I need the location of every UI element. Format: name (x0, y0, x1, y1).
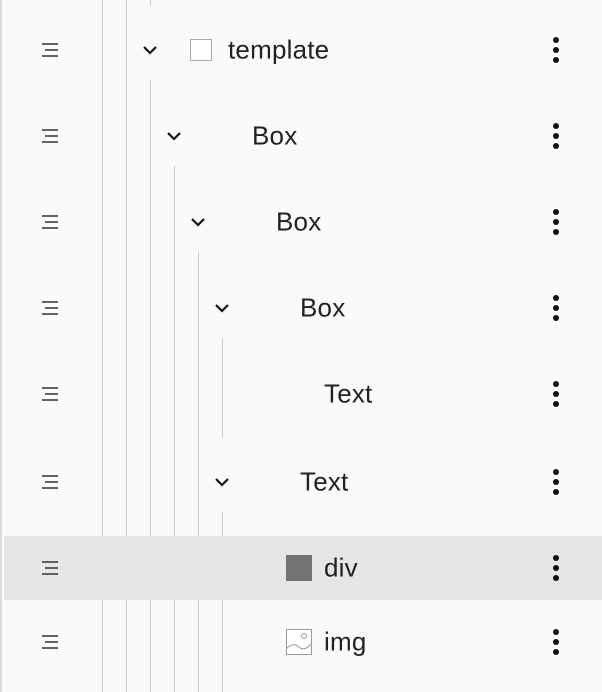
tree-row-box[interactable]: Box (4, 276, 602, 340)
tree-row-text[interactable]: Text (4, 362, 602, 426)
tree-row-label: Box (252, 120, 298, 151)
more-options-icon[interactable] (550, 554, 562, 582)
tree-row-template[interactable]: template (4, 18, 602, 82)
tree-row-label: Text (300, 466, 349, 497)
checkbox-icon (190, 39, 212, 61)
drag-handle-icon[interactable] (40, 559, 60, 577)
drag-handle-icon[interactable] (40, 299, 60, 317)
more-options-icon[interactable] (550, 628, 562, 656)
chevron-down-icon[interactable] (213, 475, 231, 489)
element-swatch-icon (286, 555, 312, 581)
chevron-down-icon[interactable] (141, 43, 159, 57)
tree-row-label: img (324, 626, 367, 657)
chevron-down-icon[interactable] (189, 215, 207, 229)
chevron-down-icon[interactable] (213, 301, 231, 315)
tree-row-label: div (324, 552, 358, 583)
chevron-down-icon[interactable] (165, 129, 183, 143)
drag-handle-icon[interactable] (40, 473, 60, 491)
tree-row-div[interactable]: div (4, 536, 602, 600)
tree-guide-line (150, 0, 151, 6)
tree-row-label: Text (324, 378, 373, 409)
drag-handle-icon[interactable] (40, 213, 60, 231)
tree-row-label: Box (300, 292, 346, 323)
more-options-icon[interactable] (550, 380, 562, 408)
layer-tree-panel: template Box Box Box Text Text div img (0, 0, 602, 692)
tree-row-box[interactable]: Box (4, 104, 602, 168)
more-options-icon[interactable] (550, 36, 562, 64)
drag-handle-icon[interactable] (40, 633, 60, 651)
more-options-icon[interactable] (550, 294, 562, 322)
drag-handle-icon[interactable] (40, 127, 60, 145)
drag-handle-icon[interactable] (40, 385, 60, 403)
drag-handle-icon[interactable] (40, 41, 60, 59)
image-icon (286, 629, 312, 655)
more-options-icon[interactable] (550, 208, 562, 236)
tree-row-img[interactable]: img (4, 610, 602, 674)
tree-row-box[interactable]: Box (4, 190, 602, 254)
tree-row-label: template (228, 34, 330, 65)
tree-row-text[interactable]: Text (4, 450, 602, 514)
more-options-icon[interactable] (550, 468, 562, 496)
more-options-icon[interactable] (550, 122, 562, 150)
tree-row-label: Box (276, 206, 322, 237)
